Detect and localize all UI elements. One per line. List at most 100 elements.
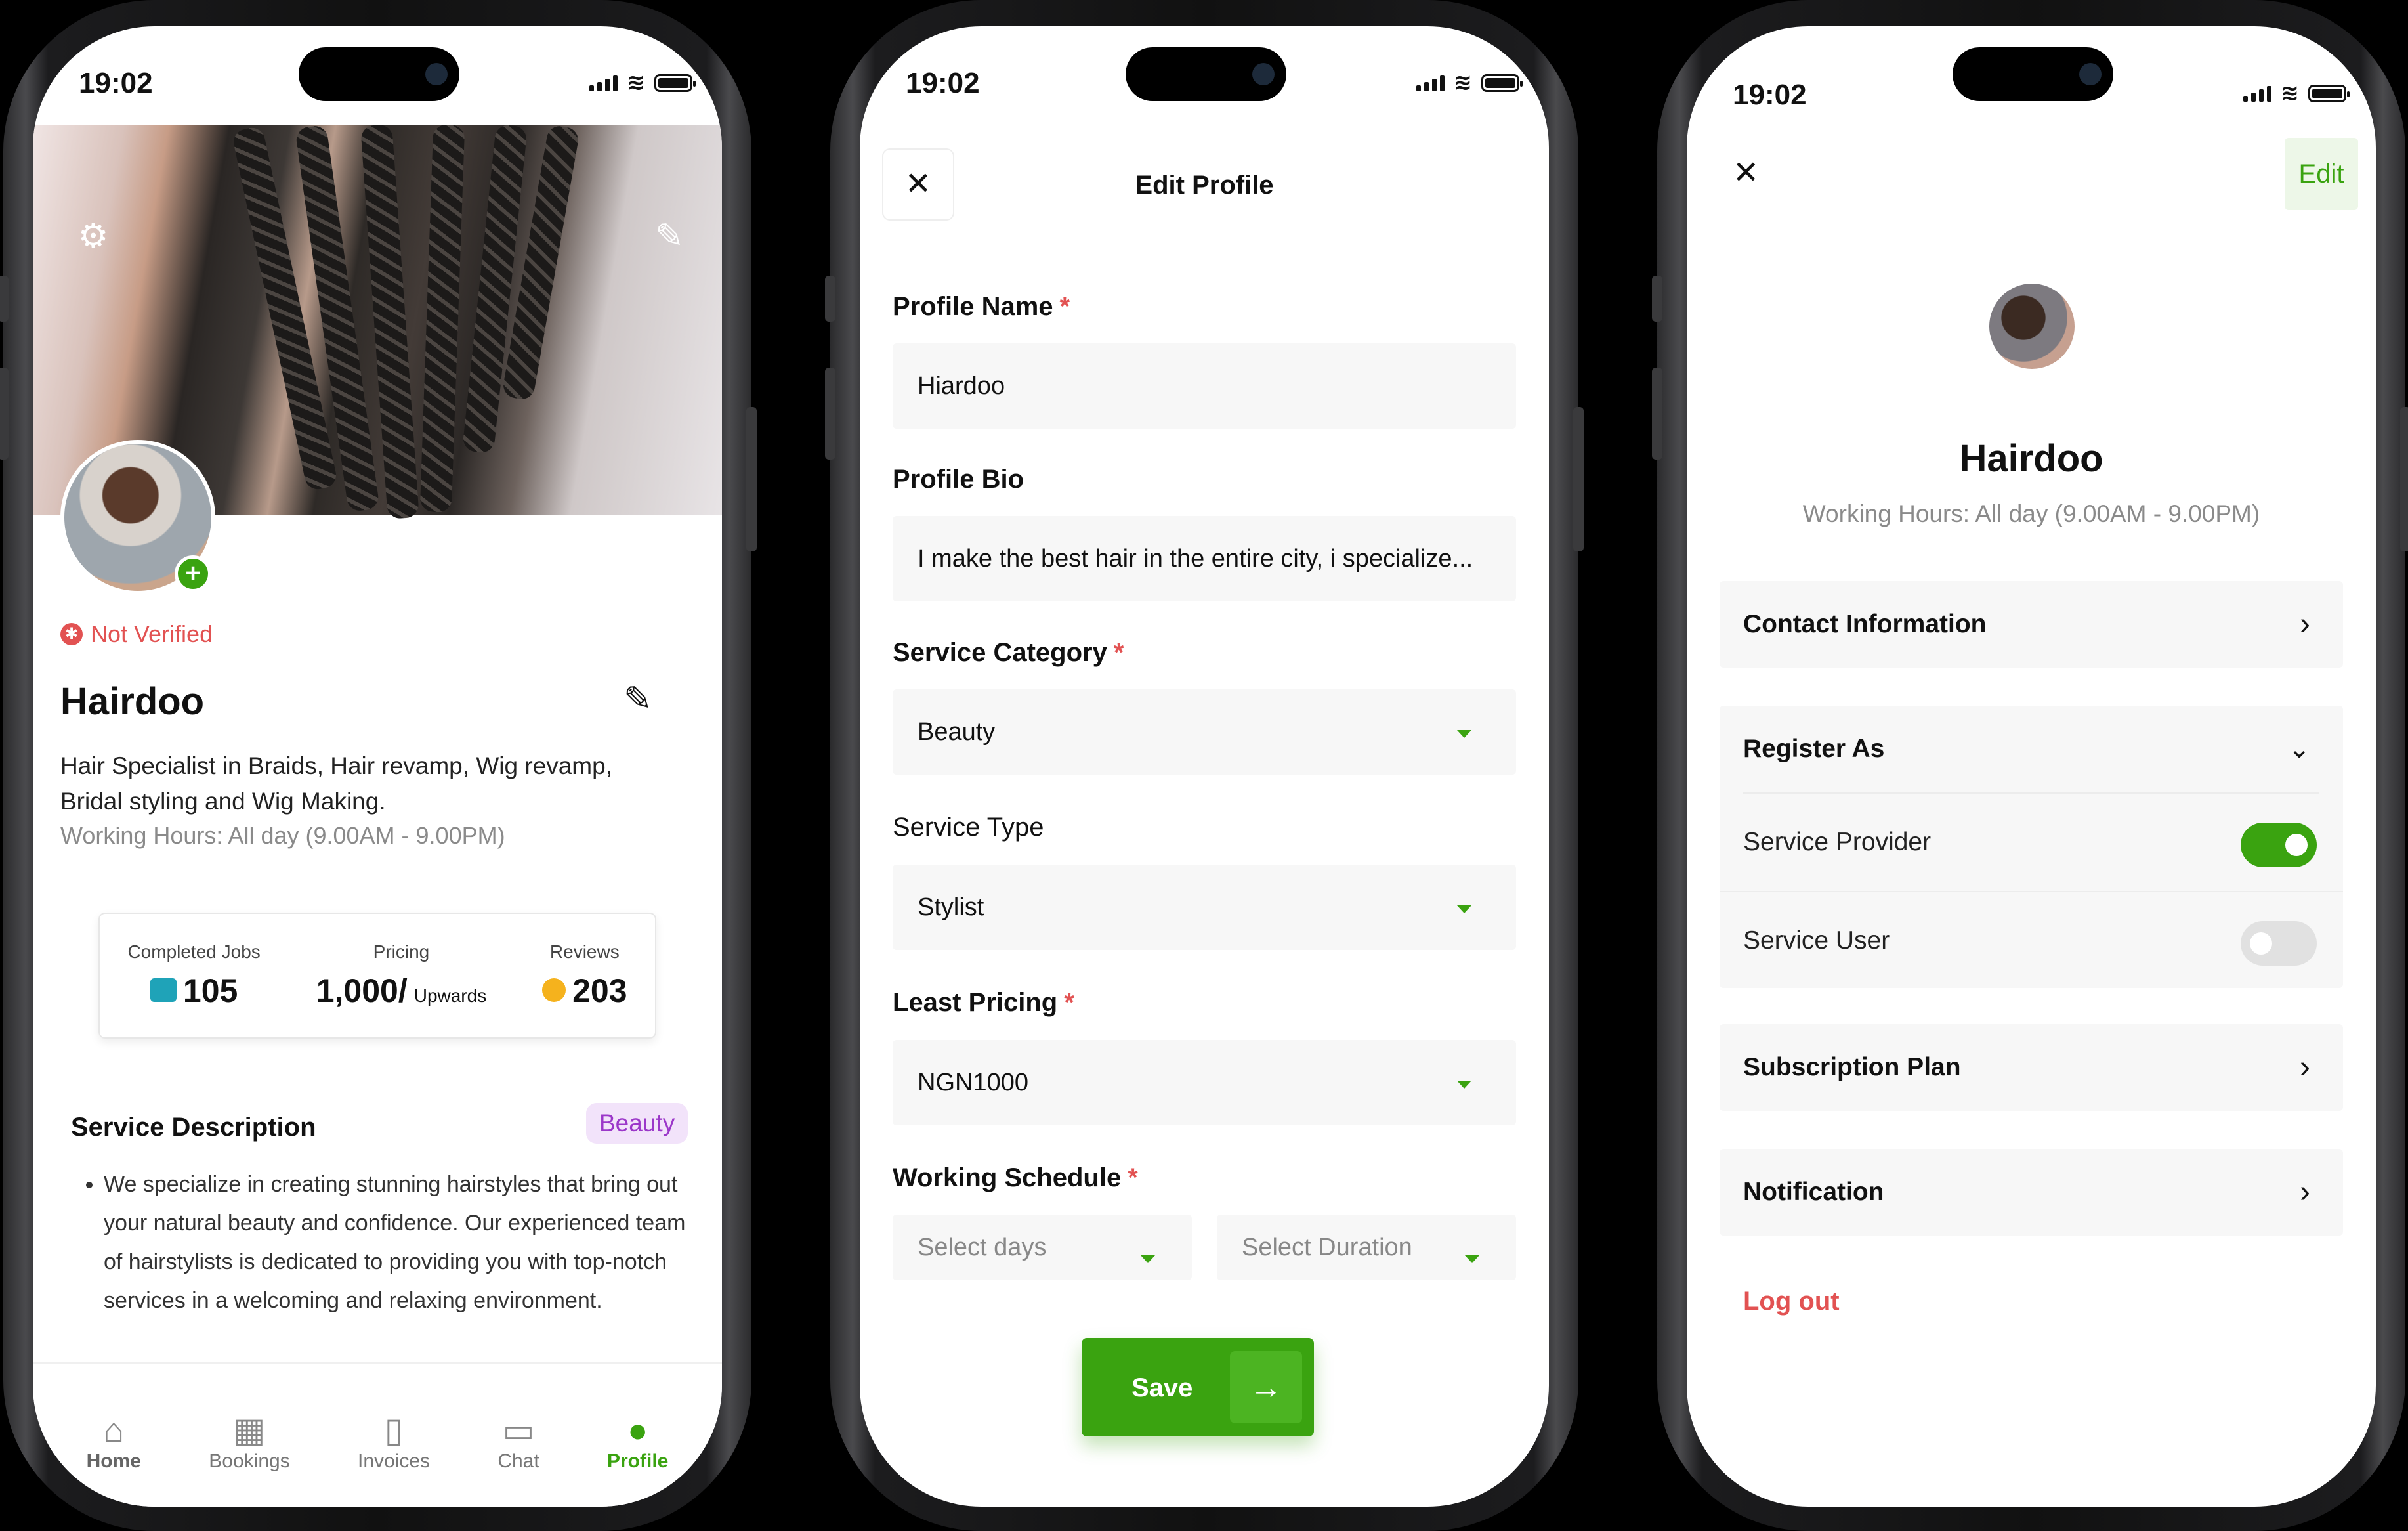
chat-icon: ▭ [502,1412,535,1450]
bottom-tab-bar: ⌂ Home ▦ Bookings ▯ Invoices ▭ Chat ● Profile [33,1362,722,1507]
contact-information-row[interactable]: Contact Information › [1720,581,2343,668]
document-icon: ▯ [384,1412,404,1450]
battery-icon [654,74,696,92]
status-time: 19:02 [79,67,153,99]
register-as-section: Register As ⌄ Service Provider Service Us… [1720,706,2343,988]
profile-name: Hairdoo [60,680,205,723]
status-time: 19:02 [1733,79,1807,111]
unverified-badge-icon: ✱ [60,623,83,645]
profile-screen: ⚙ ✎ + 19:02 ≋ ✱ Not Verified Hairdoo ✎ H… [33,26,722,1507]
signal-icon [589,74,618,91]
service-type-select[interactable]: Stylist [893,865,1516,950]
tab-home[interactable]: ⌂ Home [87,1364,141,1507]
briefcase-icon [150,978,177,1002]
tab-bookings[interactable]: ▦ Bookings [209,1364,289,1507]
edit-cover-pencil-icon[interactable]: ✎ [650,217,689,256]
dropdown-caret-icon [1465,1255,1479,1263]
completed-jobs-stat: Completed Jobs 105 [127,941,261,1009]
review-coin-icon [542,978,566,1002]
add-photo-plus-icon[interactable]: + [175,555,211,592]
working-hours: Working Hours: All day (9.00AM - 9.00PM) [60,822,505,849]
profile-bio: Hair Specialist in Braids, Hair revamp, … [60,752,612,815]
edit-button[interactable]: Edit [2285,138,2358,210]
profile-name-label: Profile Name * [893,292,1070,321]
battery-icon [2308,84,2350,102]
power-button [1573,407,1584,551]
edit-profile-pencil-icon[interactable]: ✎ [623,679,652,719]
profile-avatar [1989,284,2075,369]
notification-row[interactable]: Notification › [1720,1149,2343,1236]
chevron-right-icon: › [2300,1050,2310,1085]
profile-name-input[interactable]: Hiardoo [893,343,1516,429]
wifi-icon: ≋ [1453,70,1473,95]
volume-up-button [825,368,835,460]
wifi-icon: ≋ [626,70,646,95]
dynamic-island [1953,47,2113,101]
phone-profile: ⚙ ✎ + 19:02 ≋ ✱ Not Verified Hairdoo ✎ H… [0,0,757,1531]
tab-chat[interactable]: ▭ Chat [497,1364,539,1507]
save-button[interactable]: Save → [1082,1338,1314,1436]
page-title: Edit Profile [1135,171,1274,200]
status-bar: 19:02 ≋ [1687,26,2376,131]
register-as-header[interactable]: Register As ⌄ [1720,706,2343,792]
pricing-stat: Pricing 1,000/Upwards [316,941,487,1009]
profile-bio-label: Profile Bio [893,465,1024,494]
tab-profile[interactable]: ● Profile [607,1364,668,1507]
status-bar: 19:02 ≋ [33,26,722,131]
working-hours: Working Hours: All day (9.00AM - 9.00PM) [1802,500,2260,527]
side-button [825,276,835,322]
logout-link[interactable]: Log out [1743,1287,1840,1316]
power-button [746,407,757,551]
settings-screen: 19:02 ≋ ✕ Edit Hairdoo Working Hours: Al… [1687,26,2376,1507]
signal-icon [1416,74,1445,91]
status-bar: 19:02 ≋ [860,26,1549,131]
status-time: 19:02 [906,67,980,99]
volume-up-button [0,368,9,460]
service-category-label: Service Category * [893,638,1124,667]
chevron-right-icon: › [2300,1175,2310,1209]
service-type-label: Service Type [893,813,1044,842]
stats-card: Completed Jobs 105 Pricing 1,000/Upwards… [98,913,656,1039]
service-user-row: Service User [1720,891,2343,988]
wifi-icon: ≋ [2280,81,2300,106]
power-button [2400,407,2408,551]
dropdown-caret-icon [1457,1081,1471,1089]
dropdown-caret-icon [1457,905,1471,913]
subscription-plan-row[interactable]: Subscription Plan › [1720,1024,2343,1111]
dynamic-island [299,47,459,101]
service-category-select[interactable]: Beauty [893,689,1516,775]
tab-invoices[interactable]: ▯ Invoices [358,1364,430,1507]
reviews-stat: Reviews 203 [542,941,627,1010]
dropdown-caret-icon [1457,730,1471,738]
chevron-right-icon: › [2300,607,2310,641]
settings-gear-icon[interactable]: ⚙ [74,217,113,256]
least-pricing-select[interactable]: NGN1000 [893,1040,1516,1125]
side-button [1652,276,1662,322]
close-icon[interactable]: ✕ [1733,154,1759,191]
dynamic-island [1126,47,1286,101]
chevron-down-icon: ⌄ [2288,735,2310,764]
arrow-right-icon: → [1230,1351,1302,1423]
user-icon: ● [627,1412,648,1450]
phone-edit-profile: 19:02 ≋ ✕ Edit Profile Profile Name * Hia… [825,0,1584,1531]
battery-icon [1481,74,1523,92]
dropdown-caret-icon [1141,1255,1155,1263]
service-provider-toggle[interactable] [2241,823,2317,867]
phone-settings: 19:02 ≋ ✕ Edit Hairdoo Working Hours: Al… [1652,0,2408,1531]
service-description-title: Service Description [71,1113,316,1142]
category-tag: Beauty [586,1103,688,1144]
select-days-dropdown[interactable]: Select days [893,1215,1192,1280]
edit-profile-screen: 19:02 ≋ ✕ Edit Profile Profile Name * Hia… [860,26,1549,1507]
least-pricing-label: Least Pricing * [893,988,1074,1017]
service-provider-row: Service Provider [1720,794,2343,891]
signal-icon [2243,85,2271,102]
service-user-toggle[interactable] [2241,921,2317,966]
profile-bio-input[interactable]: I make the best hair in the entire city,… [893,516,1516,601]
service-description-text: We specialize in creating stunning hairs… [104,1165,690,1320]
volume-up-button [1652,368,1662,460]
service-description: We specialize in creating stunning hairs… [80,1165,690,1320]
select-duration-dropdown[interactable]: Select Duration [1217,1215,1516,1280]
working-schedule-label: Working Schedule * [893,1163,1138,1192]
verification-status: ✱ Not Verified [60,620,213,648]
side-button [0,276,9,322]
